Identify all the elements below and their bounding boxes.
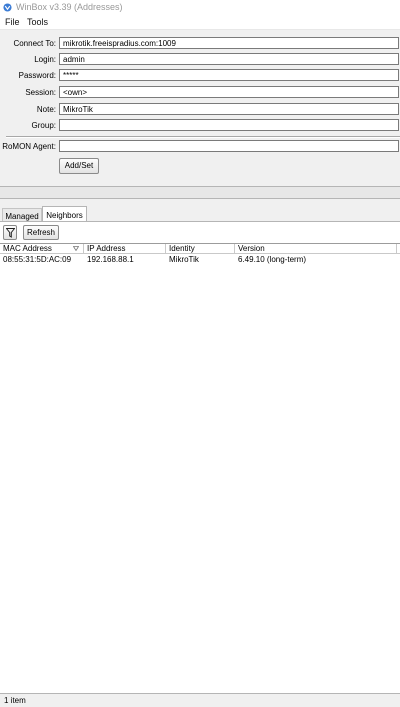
- title-bar[interactable]: WinBox v3.39 (Addresses): [0, 0, 400, 15]
- password-field[interactable]: *****: [59, 69, 399, 81]
- connect-to-field[interactable]: mikrotik.freeispradius.com:1009: [59, 37, 399, 49]
- session-field[interactable]: <own>: [59, 86, 399, 98]
- tab-neighbors[interactable]: Neighbors: [42, 206, 87, 222]
- romon-agent-label: RoMON Agent:: [2, 142, 56, 151]
- connect-to-label: Connect To:: [13, 39, 56, 48]
- login-field[interactable]: admin: [59, 53, 399, 65]
- neighbors-list-empty-area: [0, 265, 400, 693]
- menu-bar: File Tools: [0, 15, 400, 30]
- romon-agent-field[interactable]: [59, 140, 399, 152]
- cell-mac: 08:55:31:5D:AC:09: [3, 255, 72, 264]
- column-header-mac-label: MAC Address: [3, 244, 52, 253]
- table-row[interactable]: 08:55:31:5D:AC:09 192.168.88.1 MikroTik …: [0, 255, 400, 265]
- item-count: 1 item: [4, 696, 26, 705]
- password-label: Password:: [18, 71, 56, 80]
- login-label: Login:: [34, 55, 56, 64]
- connection-status-strip: [0, 186, 400, 199]
- filter-icon: [6, 228, 15, 238]
- group-field[interactable]: [59, 119, 399, 131]
- cell-identity: MikroTik: [169, 255, 199, 264]
- sort-desc-icon: [73, 246, 79, 251]
- group-label: Group:: [31, 121, 56, 130]
- form-separator: [6, 136, 400, 138]
- column-header-version[interactable]: Version: [235, 244, 397, 254]
- column-header-identity[interactable]: Identity: [166, 244, 235, 254]
- note-label: Note:: [36, 105, 56, 114]
- status-bar: 1 item: [0, 693, 400, 707]
- refresh-button[interactable]: Refresh: [23, 225, 59, 240]
- cell-ip: 192.168.88.1: [87, 255, 134, 264]
- column-header-mac[interactable]: MAC Address: [0, 244, 84, 254]
- winbox-app-icon: [3, 3, 12, 12]
- add-set-button[interactable]: Add/Set: [59, 158, 99, 174]
- session-label: Session:: [25, 88, 56, 97]
- filter-button[interactable]: [3, 225, 17, 240]
- cell-version: 6.49.10 (long-term): [238, 255, 307, 264]
- column-header-ip[interactable]: IP Address: [84, 244, 166, 254]
- table-header: MAC Address IP Address Identity Version: [0, 243, 400, 254]
- tab-managed[interactable]: Managed: [2, 208, 42, 222]
- menu-tools[interactable]: Tools: [27, 17, 48, 27]
- window-title: WinBox v3.39 (Addresses): [16, 2, 123, 12]
- note-field[interactable]: MikroTik: [59, 103, 399, 115]
- menu-file[interactable]: File: [5, 17, 20, 27]
